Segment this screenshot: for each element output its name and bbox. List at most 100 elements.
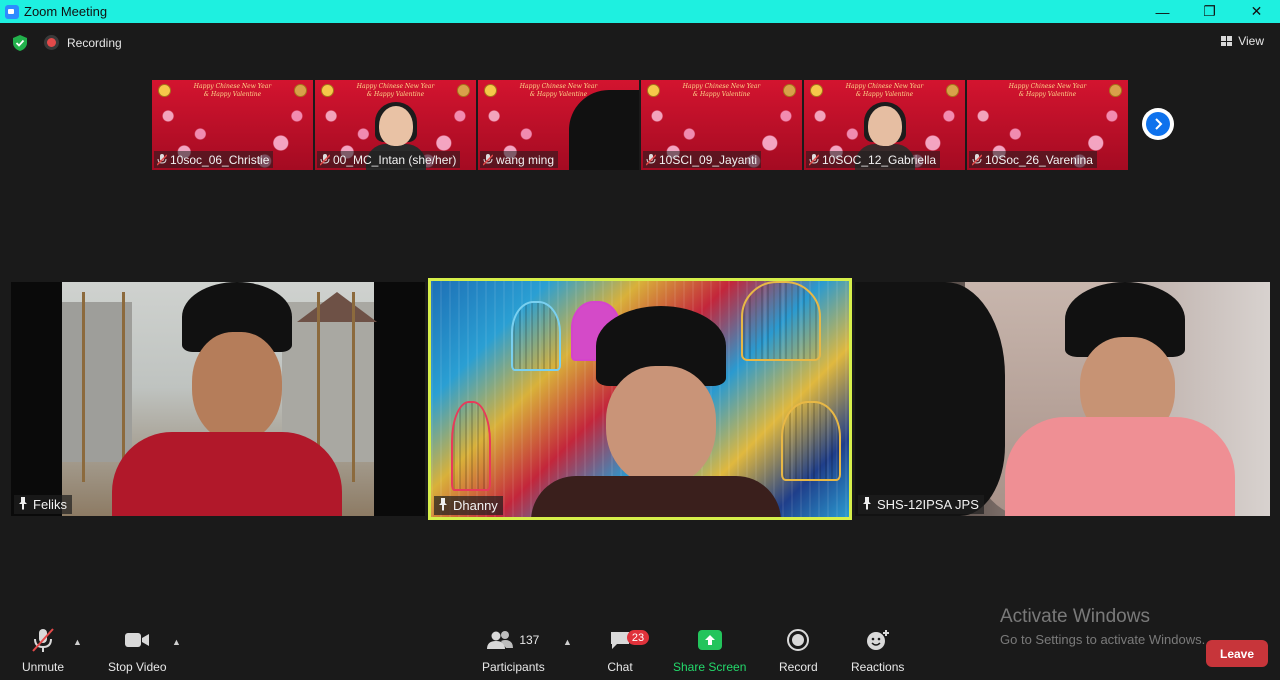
thumbnail-banner: Happy Chinese New Year & Happy Valentine — [356, 83, 435, 98]
view-button[interactable]: View — [1221, 34, 1264, 48]
participant-thumbnail[interactable]: Happy Chinese New Year & Happy Valentine… — [804, 80, 965, 170]
participant-name-tag: SHS-12IPSA JPS — [858, 495, 984, 514]
next-page-button[interactable] — [1142, 108, 1174, 140]
participant-name: Dhanny — [453, 498, 498, 513]
participant-video — [431, 281, 849, 517]
reactions-label: Reactions — [851, 660, 905, 674]
participants-button[interactable]: 137 Participants — [482, 625, 545, 674]
thumbnail-banner: Happy Chinese New Year & Happy Valentine — [682, 83, 761, 98]
participant-name: 10SOC_12_Gabriella — [822, 152, 937, 167]
active-speaker-tile[interactable]: Dhanny — [428, 278, 852, 520]
participant-name: SHS-12IPSA JPS — [877, 497, 979, 512]
video-tile[interactable]: Feliks — [11, 282, 425, 516]
record-label: Record — [779, 660, 818, 674]
audio-options-caret-icon[interactable]: ▲ — [73, 637, 82, 647]
chat-unread-badge: 23 — [627, 630, 649, 645]
lantern-icon — [484, 84, 497, 97]
unmute-button[interactable]: Unmute — [22, 625, 64, 674]
participant-name-tag: 10SOC_12_Gabriella — [806, 151, 941, 168]
participants-icon — [487, 631, 514, 649]
leave-button[interactable]: Leave — [1206, 640, 1268, 667]
participants-caret-icon[interactable]: ▲ — [563, 637, 572, 647]
pin-icon — [18, 496, 28, 513]
title-bar: Zoom Meeting — ❐ ✕ — [0, 0, 1280, 23]
chat-label: Chat — [607, 660, 633, 674]
participant-name: wang ming — [496, 152, 555, 167]
lantern-icon — [946, 84, 959, 97]
share-screen-button[interactable]: Share Screen — [673, 625, 746, 674]
participant-name: Feliks — [33, 497, 67, 512]
participant-thumbnail[interactable]: Happy Chinese New Year & Happy Valentine… — [641, 80, 802, 170]
video-tile[interactable]: SHS-12IPSA JPS — [855, 282, 1270, 516]
share-screen-label: Share Screen — [673, 660, 747, 674]
grid-view-icon — [1221, 36, 1233, 46]
participant-thumbnail[interactable]: Happy Chinese New Year & Happy Valentine… — [152, 80, 313, 170]
record-button[interactable]: Record — [779, 625, 818, 674]
participant-name-tag: 10soc_06_Christie — [154, 151, 274, 168]
reactions-button[interactable]: Reactions — [851, 625, 904, 674]
participant-name: 10SCI_09_Jayanti — [659, 152, 758, 167]
participant-name: 00_MC_Intan (she/her) — [333, 152, 457, 167]
maximize-button[interactable]: ❐ — [1186, 0, 1233, 23]
close-button[interactable]: ✕ — [1233, 0, 1280, 23]
muted-mic-icon — [156, 153, 168, 166]
thumbnail-banner: Happy Chinese New Year & Happy Valentine — [193, 83, 272, 98]
lantern-icon — [294, 84, 307, 97]
participant-name: 10soc_06_Christie — [170, 152, 270, 167]
participant-video — [62, 282, 377, 516]
chevron-right-icon — [1155, 118, 1163, 130]
thumbnail-banner: Happy Chinese New Year & Happy Valentine — [845, 83, 924, 98]
muted-mic-icon — [482, 153, 494, 166]
lantern-icon — [158, 84, 171, 97]
participant-thumbnail[interactable]: Happy Chinese New Year & Happy Valentine… — [967, 80, 1128, 170]
recording-dot-icon — [44, 35, 59, 50]
window-controls: — ❐ ✕ — [1139, 0, 1280, 23]
lantern-icon — [1109, 84, 1122, 97]
lantern-icon — [783, 84, 796, 97]
participants-count-wrap: 137 — [487, 625, 539, 655]
participant-name-tag: Feliks — [14, 495, 72, 514]
muted-mic-icon — [319, 153, 331, 166]
participant-name-tag: 10Soc_26_Varenina — [969, 151, 1097, 168]
reactions-smiley-icon — [866, 625, 890, 655]
participant-name-tag: Dhanny — [434, 496, 503, 515]
muted-mic-icon — [645, 153, 657, 166]
stop-video-label: Stop Video — [108, 660, 167, 674]
security-shield-icon[interactable] — [11, 34, 29, 52]
minimize-button[interactable]: — — [1139, 0, 1186, 23]
chat-button[interactable]: 23 Chat — [605, 625, 649, 674]
participant-thumbnail[interactable]: Happy Chinese New Year & Happy Valentine… — [315, 80, 476, 170]
stop-video-button[interactable]: Stop Video — [108, 625, 167, 674]
zoom-app-icon — [5, 4, 19, 19]
video-options-caret-icon[interactable]: ▲ — [172, 637, 181, 647]
unmute-label: Unmute — [22, 660, 65, 674]
view-label: View — [1238, 34, 1264, 48]
participant-video — [855, 282, 1270, 516]
participants-count: 137 — [519, 633, 540, 647]
lantern-icon — [810, 84, 823, 97]
record-icon — [787, 625, 810, 655]
share-screen-icon — [697, 630, 722, 650]
lantern-icon — [647, 84, 660, 97]
lantern-icon — [457, 84, 470, 97]
participants-label: Participants — [482, 660, 545, 674]
participant-name-tag: wang ming — [480, 151, 559, 168]
zoom-meeting-window: Zoom Meeting — ❐ ✕ Recording View Happy … — [0, 0, 1280, 680]
muted-mic-icon — [971, 153, 983, 166]
muted-mic-icon — [808, 153, 820, 166]
participant-name: 10Soc_26_Varenina — [985, 152, 1093, 167]
pin-icon — [862, 496, 872, 513]
pin-icon — [438, 497, 448, 514]
meeting-toolbar: Unmute ▲ Stop Video ▲ 137 Participants ▲… — [0, 625, 1280, 680]
participant-name-tag: 10SCI_09_Jayanti — [643, 151, 762, 168]
recording-indicator[interactable]: Recording — [44, 35, 122, 50]
muted-microphone-icon — [31, 625, 55, 655]
recording-label: Recording — [67, 35, 122, 50]
participant-thumbnail[interactable]: Happy Chinese New Year & Happy Valentine… — [478, 80, 639, 170]
participant-video — [569, 90, 639, 170]
thumbnail-banner: Happy Chinese New Year & Happy Valentine — [1008, 83, 1087, 98]
participant-name-tag: 00_MC_Intan (she/her) — [317, 151, 461, 168]
participant-thumbnail-strip: Happy Chinese New Year & Happy Valentine… — [152, 80, 1128, 170]
video-camera-icon — [124, 625, 150, 655]
lantern-icon — [321, 84, 334, 97]
